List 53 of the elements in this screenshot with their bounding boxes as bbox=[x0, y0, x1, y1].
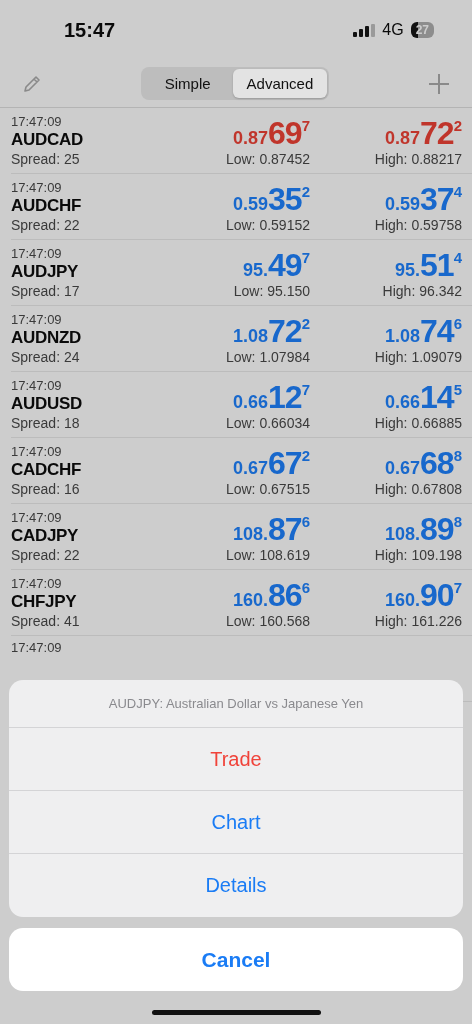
high-label: High: 0.59758 bbox=[374, 217, 462, 233]
quote-time: 17:47:09 bbox=[11, 576, 63, 591]
high-label: High: 0.88217 bbox=[374, 151, 462, 167]
high-label: High: 109.198 bbox=[374, 547, 462, 563]
low-label: Low: 95.150 bbox=[233, 283, 310, 299]
spread-label: Spread: 41 bbox=[11, 613, 81, 629]
low-label: Low: 0.59152 bbox=[225, 217, 310, 233]
add-icon[interactable] bbox=[428, 72, 450, 95]
low-label: Low: 0.66034 bbox=[225, 415, 310, 431]
sheet-action[interactable]: Details bbox=[9, 854, 463, 917]
symbol-name: AUDUSD bbox=[11, 394, 83, 414]
symbol-name: AUDNZD bbox=[11, 328, 82, 348]
symbol-name: CADJPY bbox=[11, 526, 80, 546]
symbol-name: CHFJPY bbox=[11, 592, 78, 612]
quote-time: 17:47:09 bbox=[11, 246, 63, 261]
sheet-title: AUDJPY: Australian Dollar vs Japanese Yen bbox=[9, 680, 463, 728]
low-label: Low: 108.619 bbox=[225, 547, 310, 563]
pencil-icon[interactable] bbox=[22, 73, 42, 94]
spread-label: Spread: 16 bbox=[11, 481, 81, 497]
spread-label: Spread: 22 bbox=[11, 547, 81, 563]
low-label: Low: 160.568 bbox=[225, 613, 310, 629]
symbol-name: AUDCAD bbox=[11, 130, 84, 150]
symbol-name: CADCHF bbox=[11, 460, 82, 480]
quote-time: 17:47:09 bbox=[11, 180, 63, 195]
network-label: 4G bbox=[382, 21, 404, 39]
sheet-action[interactable]: Chart bbox=[9, 791, 463, 854]
quote-time: 17:47:09 bbox=[11, 510, 63, 525]
sheet-action[interactable]: Trade bbox=[9, 728, 463, 791]
low-label: Low: 1.07984 bbox=[225, 349, 310, 365]
high-label: High: 0.66885 bbox=[374, 415, 462, 431]
spread-label: Spread: 24 bbox=[11, 349, 81, 365]
high-label: High: 0.67808 bbox=[374, 481, 462, 497]
segment-tab[interactable]: Simple bbox=[142, 69, 233, 98]
spread-label: Spread: 18 bbox=[11, 415, 81, 431]
quote-time: 17:47:09 bbox=[11, 444, 63, 459]
high-label: High: 1.09079 bbox=[374, 349, 462, 365]
high-label: High: 161.226 bbox=[374, 613, 462, 629]
quote-time: 17:47:09 bbox=[11, 312, 63, 327]
clock: 15:47 bbox=[64, 18, 116, 42]
spread-label: Spread: 17 bbox=[11, 283, 81, 299]
spread-label: Spread: 25 bbox=[11, 151, 81, 167]
quote-time: 17:47:09 bbox=[11, 114, 63, 129]
cancel-button[interactable]: Cancel bbox=[9, 928, 463, 991]
signal-icon bbox=[353, 23, 376, 37]
segment-tab[interactable]: Advanced bbox=[232, 69, 328, 98]
low-label: Low: 0.87452 bbox=[225, 151, 310, 167]
quote-time: 17:47:09 bbox=[11, 640, 63, 655]
low-label: Low: 0.67515 bbox=[225, 481, 310, 497]
quote-time: 17:47:09 bbox=[11, 378, 63, 393]
symbol-name: AUDJPY bbox=[11, 262, 80, 282]
symbol-name: AUDCHF bbox=[11, 196, 82, 216]
high-label: High: 96.342 bbox=[382, 283, 462, 299]
spread-label: Spread: 22 bbox=[11, 217, 81, 233]
